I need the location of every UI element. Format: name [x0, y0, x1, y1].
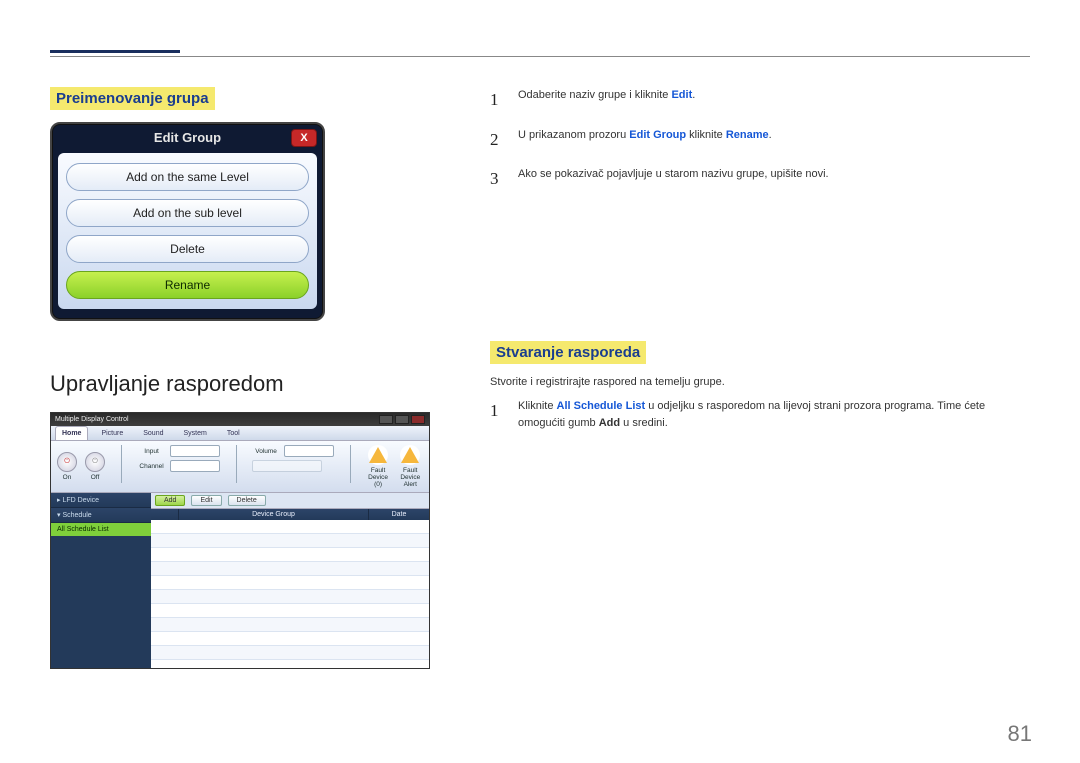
table-row: [151, 646, 429, 660]
add-sub-level-button[interactable]: Add on the sub level: [66, 199, 309, 227]
col-header-date: Date: [369, 509, 429, 520]
page-title: Upravljanje rasporedom: [50, 371, 430, 397]
volume-slider[interactable]: [252, 460, 322, 472]
channel-label: Channel: [138, 463, 166, 470]
edit-button[interactable]: Edit: [191, 495, 221, 506]
maximize-icon[interactable]: [395, 415, 409, 424]
power-off-icon: ⏻: [85, 452, 105, 472]
tab-picture[interactable]: Picture: [94, 426, 130, 440]
input-select[interactable]: [170, 445, 220, 457]
schedule-grid: [151, 520, 429, 668]
sidebar-item-all-schedule[interactable]: All Schedule List: [51, 523, 151, 536]
table-row: [151, 534, 429, 548]
table-row: [151, 590, 429, 604]
warning-icon: [368, 445, 388, 465]
close-icon[interactable]: X: [291, 129, 317, 147]
step-number: 3: [490, 166, 504, 192]
tab-home[interactable]: Home: [55, 426, 88, 440]
fault-alert-button[interactable]: Fault Device Alert: [398, 445, 423, 488]
step-text: U prikazanom prozoru Edit Group kliknite…: [518, 127, 1030, 153]
table-row: [151, 548, 429, 562]
section-intro: Stvorite i registrirajte raspored na tem…: [490, 376, 1030, 388]
power-icon: ⏻: [57, 452, 77, 472]
edit-link: Edit: [671, 89, 692, 101]
add-same-level-button[interactable]: Add on the same Level: [66, 163, 309, 191]
step-text: Kliknite All Schedule List u odjeljku s …: [518, 398, 1030, 431]
fault-device-button[interactable]: Fault Device (0): [367, 445, 390, 488]
tab-sound[interactable]: Sound: [136, 426, 170, 440]
edit-group-dialog: Edit Group X Add on the same Level Add o…: [50, 122, 325, 321]
dialog-title: Edit Group: [154, 130, 221, 145]
mdc-window: Multiple Display Control Home Picture So…: [50, 412, 430, 669]
table-row: [151, 618, 429, 632]
tab-system[interactable]: System: [177, 426, 214, 440]
close-icon[interactable]: [411, 415, 425, 424]
step-text: Odaberite naziv grupe i kliknite Edit.: [518, 87, 1030, 113]
channel-select[interactable]: [170, 460, 220, 472]
warning-icon: [400, 445, 420, 465]
sidebar-item-lfd[interactable]: ▸ LFD Device: [51, 493, 151, 508]
table-row: [151, 576, 429, 590]
delete-button[interactable]: Delete: [228, 495, 266, 506]
minimize-icon[interactable]: [379, 415, 393, 424]
add-label: Add: [599, 417, 620, 429]
table-row: [151, 604, 429, 618]
col-header-index: [151, 509, 179, 520]
input-label: Input: [138, 448, 166, 455]
table-row: [151, 632, 429, 646]
power-on-button[interactable]: ⏻ On: [57, 452, 77, 481]
rename-text-link: Rename: [726, 129, 769, 141]
section-title-create-schedule: Stvaranje rasporeda: [490, 341, 646, 364]
tab-tool[interactable]: Tool: [220, 426, 247, 440]
col-header-group: Device Group: [179, 509, 369, 520]
step-number: 1: [490, 398, 504, 431]
step-text: Ako se pokazivač pojavljuje u starom naz…: [518, 166, 1030, 192]
mdc-window-title: Multiple Display Control: [55, 416, 129, 423]
step-number: 1: [490, 87, 504, 113]
edit-group-link: Edit Group: [629, 129, 686, 141]
delete-button[interactable]: Delete: [66, 235, 309, 263]
sidebar-item-schedule[interactable]: ▾ Schedule: [51, 508, 151, 523]
volume-label: Volume: [252, 448, 280, 455]
section-title-rename: Preimenovanje grupa: [50, 87, 215, 110]
step-number: 2: [490, 127, 504, 153]
table-row: [151, 520, 429, 534]
rename-button[interactable]: Rename: [66, 271, 309, 299]
table-row: [151, 562, 429, 576]
page-number: 81: [1008, 721, 1032, 747]
add-button[interactable]: Add: [155, 495, 185, 506]
all-schedule-list-link: All Schedule List: [557, 400, 646, 412]
power-off-button[interactable]: ⏻ Off: [85, 452, 105, 481]
volume-select[interactable]: [284, 445, 334, 457]
